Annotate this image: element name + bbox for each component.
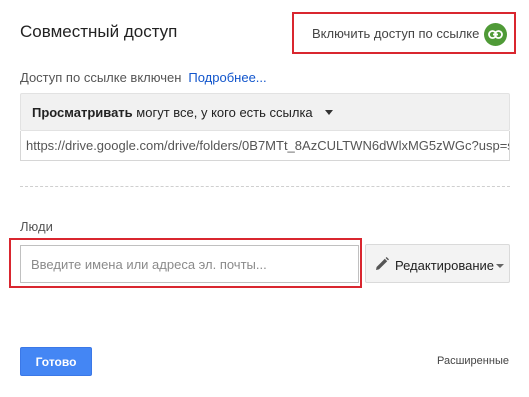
pencil-icon [374,256,390,272]
dropdown-arrow-icon [325,110,333,115]
people-label: Люди [20,219,53,234]
share-url-field[interactable]: https://drive.google.com/drive/folders/0… [20,131,510,161]
access-level-mode: Просматривать [32,105,133,120]
link-sharing-toggle-label[interactable]: Включить доступ по ссылке [312,26,479,41]
access-level-dropdown[interactable]: Просматривать могут все, у кого есть ссы… [20,93,510,131]
share-url-text[interactable]: https://drive.google.com/drive/folders/0… [26,138,509,153]
chevron-down-icon [496,264,504,268]
link-status-line: Доступ по ссылке включен Подробнее... [20,70,267,85]
permission-label: Редактирование [395,258,495,273]
dialog-title: Совместный доступ [20,22,178,41]
done-button[interactable]: Готово [20,347,92,376]
learn-more-link[interactable]: Подробнее... [188,70,266,85]
access-level-text: Просматривать могут все, у кого есть ссы… [32,105,313,120]
link-icon[interactable] [484,23,507,46]
link-sharing-toggle-highlight[interactable]: Включить доступ по ссылке [292,12,516,54]
people-input[interactable] [20,245,359,283]
advanced-settings-link[interactable]: Расширенные [437,355,509,367]
access-level-description: могут все, у кого есть ссылка [132,105,313,120]
permission-dropdown[interactable]: Редактирование [365,244,510,283]
section-divider [20,186,510,187]
people-input-highlight [9,238,362,288]
link-status-text: Доступ по ссылке включен [20,70,182,85]
